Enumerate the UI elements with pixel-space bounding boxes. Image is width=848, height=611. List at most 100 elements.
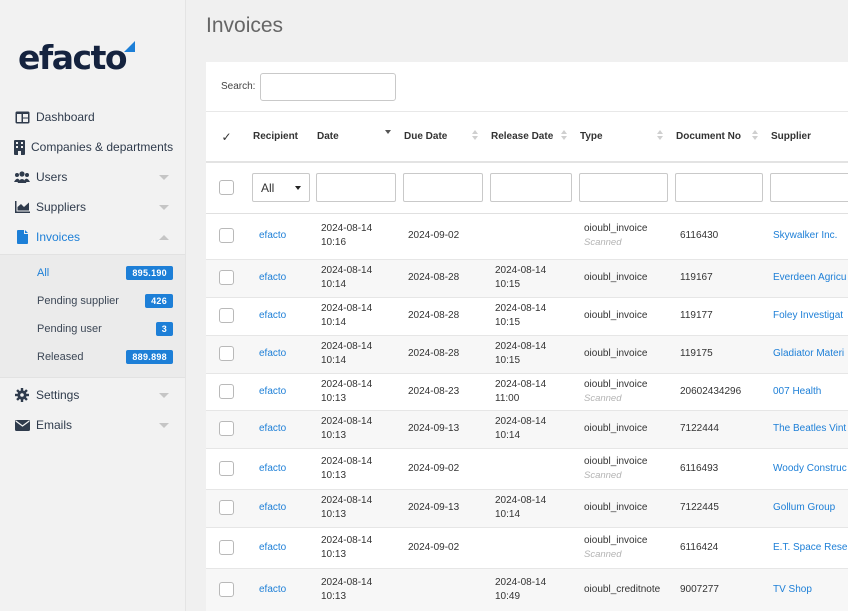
supplier-cell: Everdeen Agricu xyxy=(765,259,848,298)
type-value: oioubl_invoice xyxy=(584,223,648,234)
recipient-link[interactable]: efacto xyxy=(259,310,286,321)
row-checkbox[interactable] xyxy=(219,460,234,476)
sidebar-item-users[interactable]: Users xyxy=(0,162,185,192)
column-header-label: Document No xyxy=(676,131,741,142)
table-row[interactable]: efacto 2024-08-14 10:14 2024-08-28 2024-08-1… xyxy=(206,259,848,298)
type-subtext: Scanned xyxy=(584,237,622,248)
sidebar-item-invoices[interactable]: Invoices xyxy=(0,222,185,252)
document-no-filter-input[interactable] xyxy=(675,173,763,203)
search-input[interactable] xyxy=(260,72,397,101)
select-column-header[interactable]: ✓ xyxy=(206,112,247,163)
recipient-link[interactable]: efacto xyxy=(259,423,286,434)
supplier-link[interactable]: TV Shop xyxy=(773,584,812,595)
release-date-filter-input[interactable] xyxy=(490,173,572,203)
select-all-checkbox[interactable] xyxy=(219,180,234,196)
table-row[interactable]: efacto 2024-08-14 10:13 2024-08-23 2024-08-1… xyxy=(206,373,848,411)
time-value: 10:16 xyxy=(321,237,347,248)
row-checkbox[interactable] xyxy=(219,582,234,598)
date-value: 2024-08-14 xyxy=(321,495,373,506)
table-row[interactable]: efacto 2024-08-14 10:14 2024-08-28 2024-08-1… xyxy=(206,335,848,374)
row-select-cell xyxy=(206,448,247,490)
table-row[interactable]: efacto 2024-08-14 10:13 2024-09-02 oioubl_in… xyxy=(206,527,848,569)
submenu-item-pending-supplier[interactable]: Pending supplier 426 xyxy=(0,287,185,315)
table-row[interactable]: efacto 2024-08-14 10:13 2024-08-14 10:49 oiou… xyxy=(206,568,848,611)
table-row[interactable]: efacto 2024-08-14 10:16 2024-09-02 oioubl_in… xyxy=(206,213,848,260)
row-checkbox[interactable] xyxy=(219,346,234,362)
supplier-cell: Gollum Group xyxy=(765,489,848,528)
supplier-link[interactable]: Gladiator Materi xyxy=(773,348,844,359)
recipient-link[interactable]: efacto xyxy=(259,542,286,553)
column-header-recipient[interactable]: Recipient xyxy=(247,112,311,163)
supplier-link[interactable]: Foley Investigat xyxy=(773,310,843,321)
building-icon xyxy=(14,139,25,155)
supplier-cell: TV Shop xyxy=(765,568,848,611)
recipient-link[interactable]: efacto xyxy=(259,502,286,513)
submenu-item-released[interactable]: Released 889.898 xyxy=(0,343,185,371)
type-value: oioubl_invoice xyxy=(584,534,648,546)
count-badge: 426 xyxy=(145,294,173,308)
document-no-value: 119177 xyxy=(680,310,713,321)
supplier-cell: Gladiator Materi xyxy=(765,335,848,374)
table-row[interactable]: efacto 2024-08-14 10:13 2024-09-13 2024-08-1… xyxy=(206,410,848,449)
column-header-type[interactable]: Type xyxy=(574,112,670,163)
row-checkbox[interactable] xyxy=(219,539,234,555)
sidebar-item-suppliers[interactable]: Suppliers xyxy=(0,192,185,222)
column-header-supplier[interactable]: Supplier xyxy=(765,112,848,163)
supplier-link[interactable]: 007 Health xyxy=(773,386,821,397)
supplier-filter-input[interactable] xyxy=(770,173,848,203)
supplier-link[interactable]: Woody Construc xyxy=(773,463,847,474)
recipient-link[interactable]: efacto xyxy=(259,463,286,474)
release-date-cell: 2024-08-14 10:49 xyxy=(485,568,574,611)
sidebar-item-companies[interactable]: Companies & departments xyxy=(0,132,185,162)
row-checkbox[interactable] xyxy=(219,383,234,399)
row-checkbox[interactable] xyxy=(219,308,234,324)
due-date-filter-input[interactable] xyxy=(403,173,483,203)
date-value: 2024-08-14 xyxy=(321,455,373,467)
recipient-filter-select[interactable]: All xyxy=(252,173,310,203)
recipient-link[interactable]: efacto xyxy=(259,230,286,241)
chevron-down-icon xyxy=(159,204,169,210)
table-row[interactable]: efacto 2024-08-14 10:14 2024-08-28 2024-08-1… xyxy=(206,297,848,336)
supplier-link[interactable]: Skywalker Inc. xyxy=(773,230,837,241)
submenu-item-all[interactable]: All 895.190 xyxy=(0,259,185,287)
sidebar-item-emails[interactable]: Emails xyxy=(0,410,185,440)
supplier-link[interactable]: Everdeen Agricu xyxy=(773,272,846,283)
count-badge: 3 xyxy=(155,322,173,336)
sidebar-item-dashboard[interactable]: Dashboard xyxy=(0,102,185,132)
table-row[interactable]: efacto 2024-08-14 10:13 2024-09-13 2024-08-1… xyxy=(206,489,848,528)
supplier-link[interactable]: E.T. Space Rese xyxy=(773,542,847,553)
invoices-panel: Search: ✓ Recipient Date Due Date Releas… xyxy=(206,62,848,611)
type-cell: oioubl_invoice xyxy=(574,410,670,449)
column-header-release-date[interactable]: Release Date xyxy=(485,112,574,163)
row-select-cell xyxy=(206,410,247,449)
time-value: 10:14 xyxy=(321,317,347,328)
time-value: 10:14 xyxy=(321,355,347,366)
recipient-link[interactable]: efacto xyxy=(259,348,286,359)
supplier-link[interactable]: The Beatles Vint xyxy=(773,423,846,434)
efacto-logo[interactable]: efacto xyxy=(18,38,136,78)
type-filter-input[interactable] xyxy=(579,173,668,203)
column-header-date[interactable]: Date xyxy=(311,112,398,163)
column-header-due-date[interactable]: Due Date xyxy=(398,112,485,163)
recipient-link[interactable]: efacto xyxy=(259,386,286,397)
time-value: 10:13 xyxy=(321,392,347,404)
row-checkbox[interactable] xyxy=(219,270,234,286)
sidebar-item-settings[interactable]: Settings xyxy=(0,380,185,410)
envelope-icon xyxy=(14,417,30,433)
date-value: 2024-08-14 xyxy=(321,341,373,352)
release-date-cell xyxy=(485,213,574,260)
recipient-link[interactable]: efacto xyxy=(259,584,286,595)
row-checkbox[interactable] xyxy=(219,228,234,244)
supplier-link[interactable]: Gollum Group xyxy=(773,502,835,513)
row-checkbox[interactable] xyxy=(219,421,234,437)
document-icon xyxy=(14,229,30,245)
type-cell: oioubl_invoice Scanned xyxy=(574,373,670,411)
submenu-item-pending-user[interactable]: Pending user 3 xyxy=(0,315,185,343)
table-row[interactable]: efacto 2024-08-14 10:13 2024-09-02 oioubl_in… xyxy=(206,448,848,490)
recipient-link[interactable]: efacto xyxy=(259,272,286,283)
row-checkbox[interactable] xyxy=(219,500,234,516)
row-select-cell xyxy=(206,335,247,374)
date-filter-input[interactable] xyxy=(316,173,396,203)
release-date-cell: 2024-08-14 10:15 xyxy=(485,335,574,374)
column-header-document-no[interactable]: Document No xyxy=(670,112,765,163)
